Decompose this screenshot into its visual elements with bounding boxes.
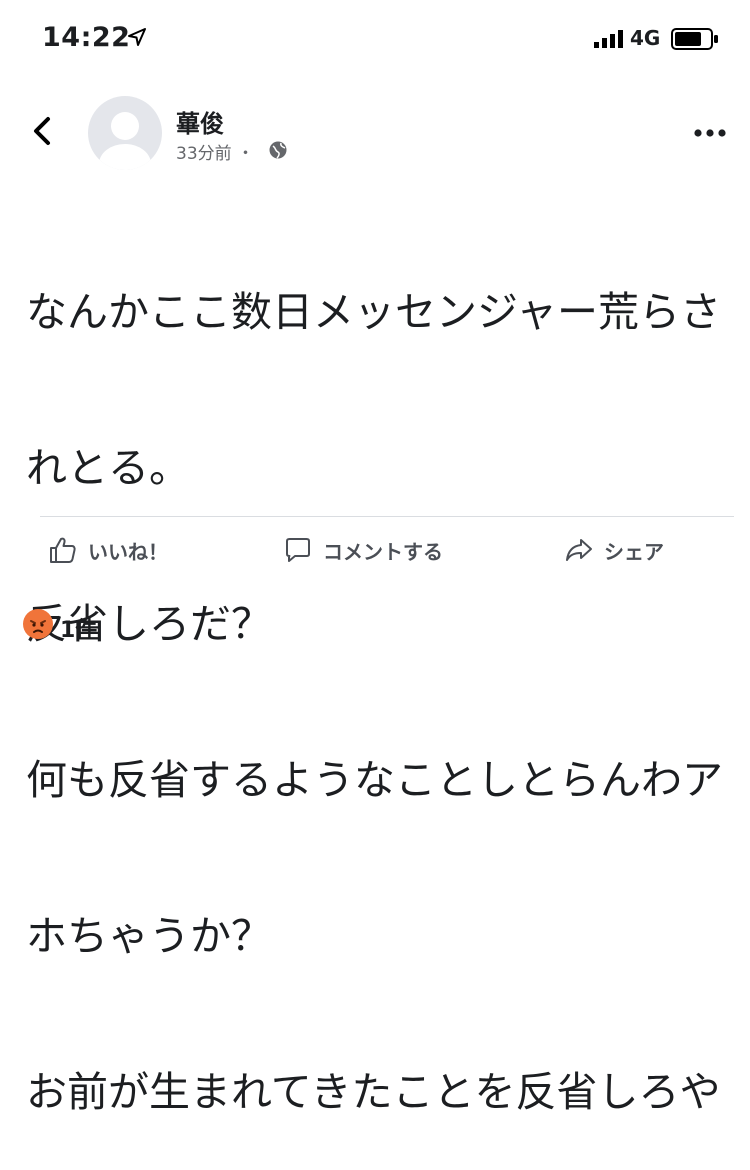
- like-button[interactable]: いいね！: [48, 530, 168, 570]
- status-time: 14:22: [42, 22, 131, 53]
- share-label: シェア: [604, 539, 664, 564]
- angry-face-icon[interactable]: [23, 609, 53, 639]
- comment-label: コメントする: [323, 539, 443, 564]
- author-name[interactable]: 蓽俊: [176, 104, 224, 139]
- post-line: 何も反省するようなことしとらんわア: [26, 756, 723, 804]
- network-type: 4G: [630, 26, 661, 50]
- thumbs-up-icon: [50, 537, 76, 563]
- more-dots-icon[interactable]: [693, 128, 727, 138]
- default-avatar-silhouette: [99, 112, 151, 170]
- share-button[interactable]: シェア: [564, 530, 664, 570]
- signal-bars-icon: [594, 30, 623, 48]
- location-arrow-icon: [128, 28, 146, 46]
- globe-icon: [269, 141, 287, 159]
- battery-icon: [671, 28, 718, 50]
- post-line: なんかここ数日メッセンジャー荒らさ: [26, 288, 721, 336]
- post-body: なんかここ数日メッセンジャー荒らさ れとる。 反省しろだ？ 何も反省するようなこ…: [26, 182, 726, 1170]
- reaction-count[interactable]: 1件: [60, 612, 97, 644]
- like-label: いいね！: [88, 539, 168, 564]
- post-line: れとる。: [26, 444, 190, 492]
- avatar[interactable]: [88, 96, 162, 170]
- post-line: 反省しろだ？: [26, 600, 272, 648]
- post-timestamp: 33分前 ・: [176, 144, 255, 164]
- back-chevron-icon[interactable]: [30, 116, 54, 146]
- comment-button[interactable]: コメントする: [283, 530, 443, 570]
- post-line: お前が生まれてきたことを反省しろや: [26, 1068, 721, 1116]
- angry-face-glyph: [30, 620, 46, 633]
- post-line: ホちゃうか？: [26, 912, 272, 960]
- share-arrow-icon: [566, 539, 592, 561]
- comment-bubble-icon: [286, 538, 310, 562]
- divider: [40, 516, 734, 517]
